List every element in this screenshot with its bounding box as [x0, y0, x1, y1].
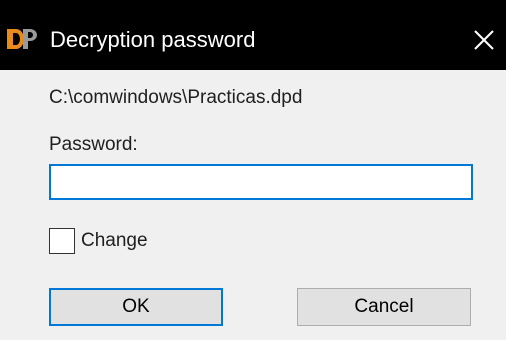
file-path-text: C:\comwindows\Practicas.dpd	[49, 87, 303, 108]
ok-button[interactable]: OK	[49, 288, 223, 326]
change-checkbox[interactable]	[49, 228, 75, 254]
change-label[interactable]: Change	[81, 229, 148, 253]
close-button[interactable]	[462, 18, 506, 62]
window-title: Decryption password	[50, 27, 256, 52]
password-input[interactable]	[49, 164, 473, 200]
cancel-button[interactable]: Cancel	[297, 288, 471, 326]
change-option[interactable]: Change	[49, 228, 148, 254]
password-label: Password:	[49, 134, 138, 155]
app-icon	[6, 27, 38, 51]
title-bar: Decryption password	[0, 0, 506, 70]
close-icon	[474, 30, 494, 50]
